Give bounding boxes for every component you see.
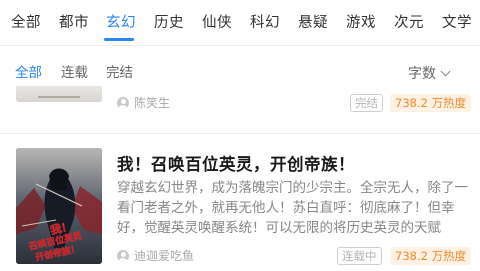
- heat-badge: 738.2 万热度: [390, 247, 472, 265]
- book-title[interactable]: 我！召唤百位英灵，开创帝族！: [117, 151, 355, 175]
- category-tab-xianxia[interactable]: 仙侠: [202, 13, 232, 33]
- filter-completed[interactable]: 完结: [106, 64, 133, 82]
- sort-dropdown[interactable]: 字数: [408, 63, 451, 83]
- category-tab-fantasy[interactable]: 玄幻: [106, 13, 136, 33]
- chevron-down-icon: [440, 66, 451, 76]
- book-author: 迪迦爱吃鱼: [117, 247, 194, 265]
- user-icon: [117, 250, 129, 262]
- book-meta: 陈笑生 完结 738.2 万热度: [117, 94, 472, 112]
- category-tab-scifi[interactable]: 科幻: [250, 13, 280, 33]
- filter-all[interactable]: 全部: [15, 64, 42, 82]
- book-author: 陈笑生: [117, 94, 170, 112]
- book-meta: 迪迦爱吃鱼 连载中 738.2 万热度: [117, 247, 472, 265]
- book-cover: [16, 86, 102, 102]
- book-description: 穿越玄幻世界，成为落魄宗门的少宗主。全宗无人，除了一看门老者之外，就再无他人！苏…: [117, 180, 468, 236]
- user-icon: [117, 97, 129, 109]
- category-tab-literature[interactable]: 文学: [442, 13, 472, 33]
- category-tab-all[interactable]: 全部: [11, 13, 41, 33]
- category-tab-bar: 全部 都市 玄幻 历史 仙侠 科幻 悬疑 游戏 次元 文学: [0, 0, 480, 46]
- category-tab-history[interactable]: 历史: [154, 13, 184, 33]
- author-name: 迪迦爱吃鱼: [134, 249, 195, 263]
- status-badge: 连载中: [337, 247, 382, 265]
- book-cover: 我！ 召唤百位英灵 开创帝族！: [16, 148, 102, 264]
- heat-badge: 738.2 万热度: [390, 94, 472, 112]
- status-badge: 完结: [350, 94, 383, 112]
- active-tab-indicator: [104, 38, 134, 41]
- category-tab-game[interactable]: 游戏: [346, 13, 376, 33]
- book-card[interactable]: 我！ 召唤百位英灵 开创帝族！ 我！召唤百位英灵，开创帝族！ 穿越玄幻世界，成为…: [0, 134, 480, 271]
- book-card[interactable]: 陈笑生 完结 738.2 万热度: [0, 86, 480, 124]
- category-tab-acg[interactable]: 次元: [394, 13, 424, 33]
- sort-label: 字数: [408, 66, 436, 82]
- category-tab-urban[interactable]: 都市: [59, 13, 89, 33]
- author-name: 陈笑生: [134, 96, 171, 110]
- category-tab-mystery[interactable]: 悬疑: [298, 13, 328, 33]
- filter-ongoing[interactable]: 连载: [61, 64, 88, 82]
